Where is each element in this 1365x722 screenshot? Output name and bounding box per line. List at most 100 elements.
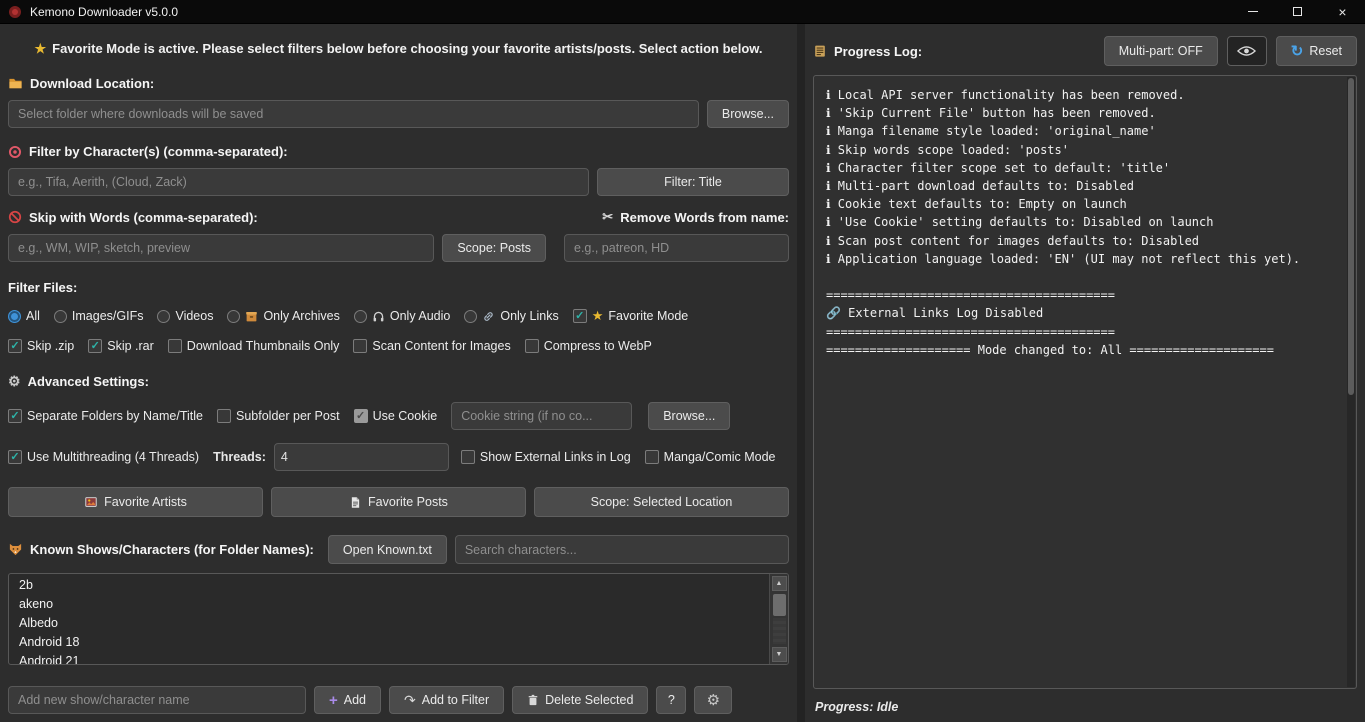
checkbox-use-cookie[interactable]: ✓Use Cookie [354, 409, 438, 423]
checkbox-indicator: ✓ [354, 409, 368, 423]
cookie-browse-button[interactable]: Browse... [648, 402, 730, 430]
checkbox-indicator: ✓ [8, 409, 22, 423]
log-line: ℹ 'Skip Current File' button has been re… [826, 104, 1344, 122]
cookie-input[interactable] [451, 402, 632, 430]
action-buttons-row: Favorite Artists Favorite Posts Scope: Sel… [8, 487, 789, 517]
list-item[interactable]: akeno [9, 595, 769, 614]
download-location-input[interactable] [8, 100, 699, 128]
delete-selected-button[interactable]: Delete Selected [512, 686, 648, 714]
character-search-input[interactable] [455, 535, 789, 564]
option-label: Favorite Mode [608, 309, 688, 323]
main-area: ★Favorite Mode is active. Please select … [0, 24, 1365, 722]
radio-only-archives[interactable]: Only Archives [227, 309, 339, 323]
scroll-down-button[interactable]: ▼ [772, 647, 787, 662]
button-label: Favorite Posts [368, 495, 448, 509]
option-label: Compress to WebP [544, 339, 652, 353]
log-line: ℹ Manga filename style loaded: 'original… [826, 122, 1344, 140]
character-list[interactable]: 2bakenoAlbedoAndroid 18Android 21 ▲ ▼ [8, 573, 789, 665]
checkbox-indicator: ✓ [461, 450, 475, 464]
window-title: Kemono Downloader v5.0.0 [30, 5, 178, 19]
advanced-row2-options: ✓Show External Links in Log✓Manga/Comic … [461, 450, 776, 464]
radio-indicator [227, 310, 240, 323]
log-line: ℹ Character filter scope set to default:… [826, 159, 1344, 177]
character-filter-input[interactable] [8, 168, 589, 196]
list-item[interactable]: Albedo [9, 614, 769, 633]
add-character-input[interactable] [8, 686, 306, 714]
titlebar: Kemono Downloader v5.0.0 × [0, 0, 1365, 24]
checkbox-subfolder-per-post[interactable]: ✓Subfolder per Post [217, 409, 340, 423]
fox-icon [8, 542, 23, 557]
option-label: Only Links [500, 309, 558, 323]
gear-icon: ⚙ [707, 691, 720, 709]
checkbox-use-multithreading-4-threads[interactable]: ✓Use Multithreading (4 Threads) [8, 450, 199, 464]
log-scrollbar[interactable] [1347, 77, 1355, 687]
scroll-thumb[interactable] [773, 594, 786, 616]
log-scroll-thumb[interactable] [1348, 78, 1354, 395]
checkbox-indicator: ✓ [217, 409, 231, 423]
help-button[interactable]: ? [656, 686, 686, 714]
skip-words-input[interactable] [8, 234, 434, 262]
minimize-button[interactable] [1230, 0, 1275, 23]
list-item[interactable]: Android 21 [9, 652, 769, 664]
checkbox-favorite-mode[interactable]: ✓ ★ Favorite Mode [573, 308, 689, 324]
checkbox-download-thumbnails-only[interactable]: ✓Download Thumbnails Only [168, 339, 340, 353]
eye-toggle-button[interactable] [1227, 36, 1267, 66]
option-label: Skip .rar [107, 339, 154, 353]
list-item[interactable]: 2b [9, 576, 769, 595]
threads-input[interactable] [274, 443, 449, 471]
option-label: Download Thumbnails Only [187, 339, 340, 353]
open-known-button[interactable]: Open Known.txt [328, 535, 447, 564]
add-to-filter-button[interactable]: ↷ Add to Filter [389, 686, 504, 714]
log-line: ======================================== [826, 286, 1344, 304]
close-button[interactable]: × [1320, 0, 1365, 23]
reset-button[interactable]: ↻ Reset [1276, 36, 1357, 66]
option-label: Only Audio [390, 309, 450, 323]
checkbox-scan-content-for-images[interactable]: ✓Scan Content for Images [353, 339, 510, 353]
settings-button[interactable]: ⚙ [694, 686, 732, 714]
checkbox-indicator: ✓ [8, 450, 22, 464]
character-filter-scope-button[interactable]: Filter: Title [597, 168, 789, 196]
headphones-icon [372, 310, 385, 323]
checkbox-manga-comic-mode[interactable]: ✓Manga/Comic Mode [645, 450, 776, 464]
radio-only-links[interactable]: Only Links [464, 309, 558, 323]
remove-words-input[interactable] [564, 234, 789, 262]
checkbox-show-external-links-in-log[interactable]: ✓Show External Links in Log [461, 450, 631, 464]
multipart-toggle-button[interactable]: Multi-part: OFF [1104, 36, 1218, 66]
star-icon: ★ [592, 308, 604, 324]
minimize-icon [1248, 11, 1258, 12]
list-item[interactable]: Android 18 [9, 633, 769, 652]
option-label: Manga/Comic Mode [664, 450, 776, 464]
checkbox-skip-rar[interactable]: ✓Skip .rar [88, 339, 154, 353]
log-line [826, 268, 1344, 286]
add-button[interactable]: + Add [314, 686, 381, 714]
download-browse-button[interactable]: Browse... [707, 100, 789, 128]
skip-scope-button[interactable]: Scope: Posts [442, 234, 546, 262]
checkbox-indicator: ✓ [573, 309, 587, 323]
action-scope-selected-location[interactable]: Scope: Selected Location [534, 487, 789, 517]
radio-only-audio[interactable]: Only Audio [354, 309, 450, 323]
scissors-icon: ✂ [602, 209, 613, 225]
radio-all[interactable]: All [8, 309, 40, 323]
progress-log[interactable]: ℹ Local API server functionality has bee… [813, 75, 1357, 689]
threads-label: Threads: [213, 450, 266, 464]
action-favorite-posts[interactable]: Favorite Posts [271, 487, 526, 517]
maximize-button[interactable] [1275, 0, 1320, 23]
panel-splitter[interactable] [797, 24, 805, 722]
checkbox-skip-zip[interactable]: ✓Skip .zip [8, 339, 74, 353]
radio-indicator [354, 310, 367, 323]
advanced-row1-options: ✓Separate Folders by Name/Title ✓Subfolde… [8, 409, 437, 423]
action-favorite-artists[interactable]: Favorite Artists [8, 487, 263, 517]
scroll-track[interactable] [773, 618, 786, 644]
radio-images-gifs[interactable]: Images/GIFs [54, 309, 144, 323]
checkbox-separate-folders-by-name-title[interactable]: ✓Separate Folders by Name/Title [8, 409, 203, 423]
radio-videos[interactable]: Videos [157, 309, 213, 323]
checkbox-compress-to-webp[interactable]: ✓Compress to WebP [525, 339, 652, 353]
log-line: ======================================== [826, 323, 1344, 341]
radio-indicator [54, 310, 67, 323]
advanced-settings-label: ⚙ Advanced Settings: [8, 373, 789, 390]
log-line: ℹ Local API server functionality has bee… [826, 86, 1344, 104]
scroll-up-button[interactable]: ▲ [772, 576, 787, 591]
character-list-items: 2bakenoAlbedoAndroid 18Android 21 [9, 574, 769, 664]
list-scrollbar[interactable]: ▲ ▼ [769, 574, 788, 664]
star-icon: ★ [34, 41, 46, 57]
